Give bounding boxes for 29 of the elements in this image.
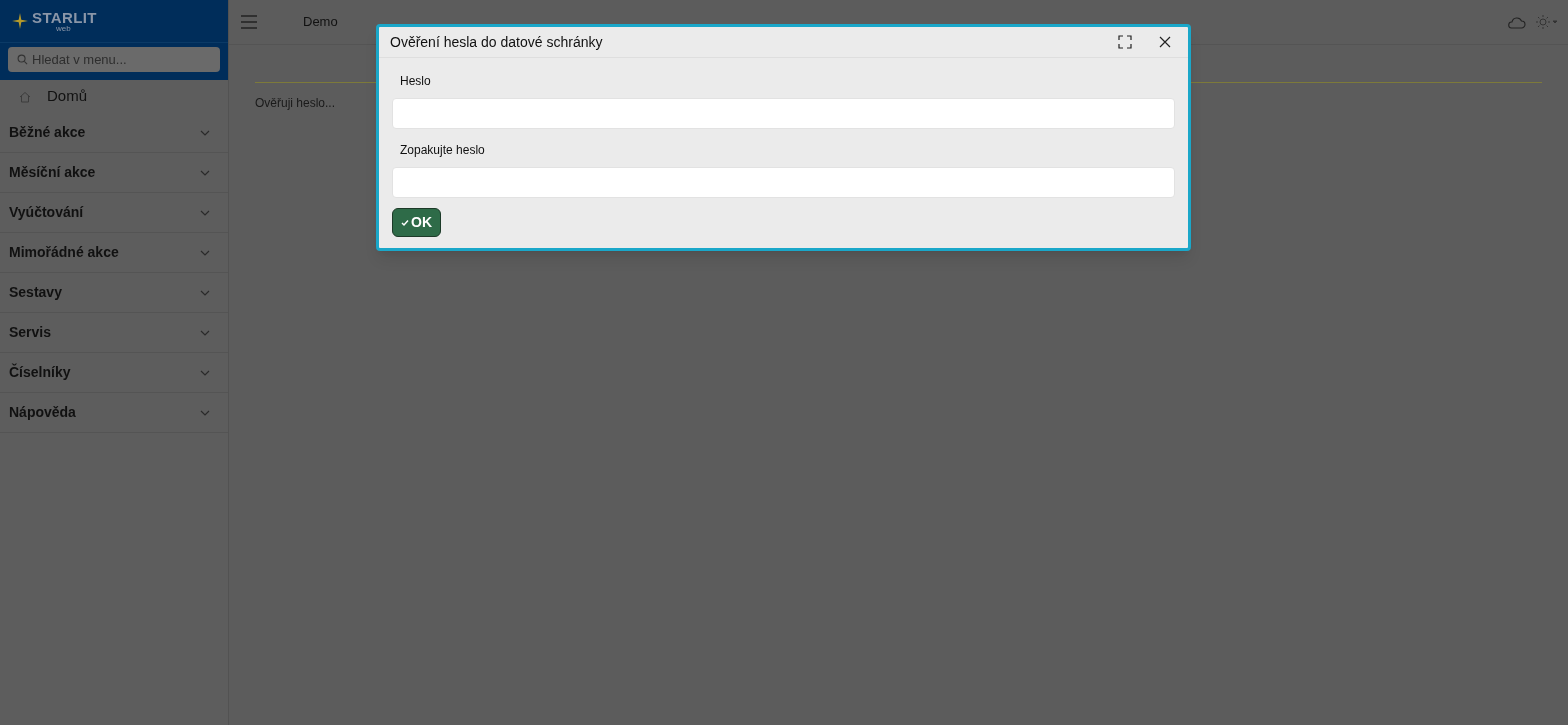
logo-subtitle: web (55, 24, 72, 33)
star-logo-icon (12, 13, 28, 29)
dialog-title: Ověření hesla do datové schránky (390, 32, 604, 52)
menu-icon[interactable] (241, 15, 257, 29)
sun-icon[interactable] (1536, 15, 1558, 29)
cloud-icon[interactable] (1507, 15, 1526, 29)
page-title: Demo (303, 13, 338, 32)
menu-section[interactable]: Mimořádné akce (0, 233, 228, 273)
fullscreen-icon[interactable] (1118, 35, 1132, 49)
password-field[interactable] (392, 98, 1175, 129)
menu-section[interactable]: Běžné akce (0, 113, 228, 153)
status-text: Ověřuji heslo... (255, 95, 337, 112)
field-label: Zopakujte heslo (400, 142, 485, 159)
password-field[interactable] (392, 167, 1175, 198)
menu-section[interactable]: Měsíční akce (0, 153, 228, 193)
field-label: Heslo (400, 73, 431, 90)
menu-section[interactable]: Sestavy (0, 273, 228, 313)
menu-search-field[interactable]: Hledat v menu... (8, 47, 220, 72)
search-icon (17, 54, 28, 65)
ok-button[interactable]: OK (392, 208, 441, 237)
home-icon (19, 90, 31, 103)
logo-name: STARLIT (32, 9, 97, 25)
check-icon (401, 218, 409, 227)
close-icon[interactable] (1159, 36, 1171, 48)
menu-section[interactable]: Vyúčtování (0, 193, 228, 233)
menu-section[interactable]: Nápověda (0, 393, 228, 433)
menu-section[interactable]: Číselníky (0, 353, 228, 393)
home-menu-item[interactable]: Domů (0, 80, 228, 113)
menu-section[interactable]: Servis (0, 313, 228, 353)
